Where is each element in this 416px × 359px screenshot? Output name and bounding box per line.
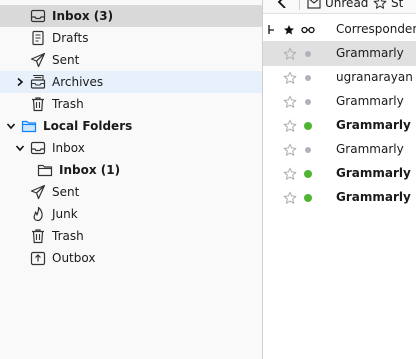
toolbar-divider <box>299 0 300 10</box>
folder-pane: Inbox (3) Drafts Sent Archives Trash Loc… <box>0 0 262 359</box>
message-row[interactable]: Grammarly <box>263 138 416 162</box>
folder-local-inbox[interactable]: Inbox <box>0 137 262 159</box>
read-dot-icon <box>305 147 311 153</box>
folder-label: Trash <box>52 97 84 111</box>
read-status-toggle[interactable] <box>301 114 315 138</box>
star-icon[interactable] <box>283 162 297 186</box>
outbox-icon <box>30 251 46 266</box>
read-status-column-header[interactable] <box>301 18 317 42</box>
folder-label: Local Folders <box>43 119 133 133</box>
folder-trash[interactable]: Trash <box>0 93 262 115</box>
read-status-toggle[interactable] <box>301 162 315 186</box>
folder-outbox[interactable]: Outbox <box>0 247 262 269</box>
star-icon[interactable] <box>283 114 297 138</box>
message-sender: ugranarayan <box>336 70 413 84</box>
trash-icon <box>32 97 44 112</box>
read-status-toggle[interactable] <box>301 42 315 66</box>
message-row[interactable]: Grammarly <box>263 114 416 138</box>
message-sender: Grammarly <box>336 118 411 132</box>
starred-filter-label: St <box>391 0 404 10</box>
star-icon[interactable] <box>283 90 297 114</box>
read-status-toggle[interactable] <box>301 90 315 114</box>
folder-inbox-account[interactable]: Inbox (3) <box>0 5 262 27</box>
junk-icon <box>33 206 43 222</box>
folder-local-folders[interactable]: Local Folders <box>0 115 262 137</box>
folder-label: Junk <box>52 207 78 221</box>
chevron-down-icon[interactable] <box>15 143 25 153</box>
star-filled-icon <box>284 25 294 35</box>
local-folders-icon <box>21 120 37 133</box>
thread-column-header[interactable] <box>267 18 279 42</box>
sent-icon <box>30 52 46 68</box>
folder-label: Drafts <box>52 31 89 45</box>
drafts-icon <box>32 30 44 46</box>
unread-filter-label: Unread <box>325 0 369 10</box>
quick-filter-bar: Unread St <box>263 0 416 14</box>
folder-local-inbox-sub[interactable]: Inbox (1) <box>0 159 262 181</box>
folder-local-trash[interactable]: Trash <box>0 225 262 247</box>
folder-local-sent[interactable]: Sent <box>0 181 262 203</box>
message-sender: Grammarly <box>336 166 411 180</box>
correspondent-column-header[interactable]: Correspondent <box>336 22 416 36</box>
message-sender: Grammarly <box>336 46 404 60</box>
read-status-toggle[interactable] <box>301 66 315 90</box>
starred-filter-button[interactable]: St <box>373 0 403 10</box>
message-sender: Grammarly <box>336 142 404 156</box>
folder-label: Outbox <box>52 251 96 265</box>
star-icon[interactable] <box>283 138 297 162</box>
envelope-icon <box>307 0 321 9</box>
sent-icon <box>30 184 46 200</box>
inbox-icon <box>30 141 46 155</box>
message-list-pane: Unread St Correspondent Grammarly ugrana… <box>263 0 416 359</box>
thread-icon <box>268 25 274 34</box>
unread-filter-button[interactable]: Unread <box>307 0 368 10</box>
message-row[interactable]: ugranarayan <box>263 66 416 90</box>
message-row[interactable]: Grammarly <box>263 186 416 210</box>
trash-icon <box>32 229 44 244</box>
chevron-down-icon[interactable] <box>6 121 16 131</box>
folder-label: Inbox (3) <box>52 9 114 23</box>
folder-sent[interactable]: Sent <box>0 49 262 71</box>
read-dot-icon <box>305 75 311 81</box>
star-icon[interactable] <box>283 66 297 90</box>
unread-dot-icon <box>304 122 312 130</box>
folder-icon <box>37 164 53 177</box>
folder-label: Trash <box>52 229 84 243</box>
star-icon[interactable] <box>283 186 297 210</box>
folder-drafts[interactable]: Drafts <box>0 27 262 49</box>
folder-junk[interactable]: Junk <box>0 203 262 225</box>
read-dot-icon <box>305 99 311 105</box>
column-header-row: Correspondent <box>263 18 416 42</box>
star-icon[interactable] <box>283 42 297 66</box>
read-status-toggle[interactable] <box>301 186 315 210</box>
chevron-right-icon[interactable] <box>15 77 25 87</box>
message-row[interactable]: Grammarly <box>263 90 416 114</box>
archive-icon <box>30 74 46 89</box>
read-dot-icon <box>305 51 311 57</box>
unread-dot-icon <box>304 170 312 178</box>
unread-dot-icon <box>304 194 312 202</box>
folder-label: Sent <box>52 185 80 199</box>
inbox-icon <box>30 9 46 23</box>
back-arrow-icon[interactable] <box>275 0 289 8</box>
message-sender: Grammarly <box>336 190 411 204</box>
folder-label: Sent <box>52 53 80 67</box>
star-column-header[interactable] <box>283 18 297 42</box>
message-row[interactable]: Grammarly <box>263 42 416 66</box>
glasses-icon <box>301 26 315 34</box>
folder-label: Inbox <box>52 141 85 155</box>
message-row[interactable]: Grammarly <box>263 162 416 186</box>
folder-label: Inbox (1) <box>59 163 121 177</box>
folder-archives[interactable]: Archives <box>0 71 262 93</box>
folder-label: Archives <box>52 75 104 89</box>
read-status-toggle[interactable] <box>301 138 315 162</box>
star-icon <box>373 0 387 9</box>
message-sender: Grammarly <box>336 94 404 108</box>
